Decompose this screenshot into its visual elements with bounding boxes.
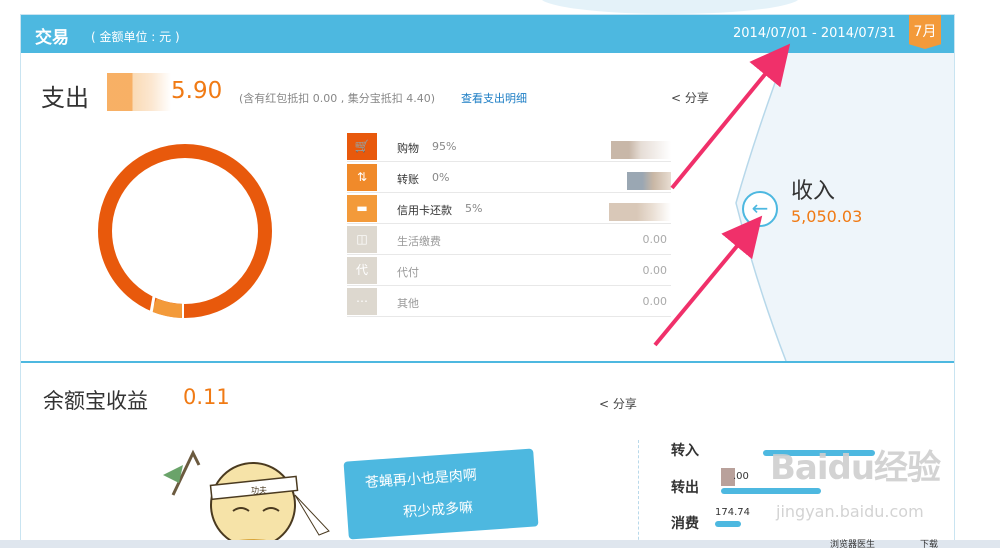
category-row-shopping[interactable]: 🛒 购物 95% — [347, 131, 671, 162]
card-header: 交易 ( 金额单位 : 元 ) 2014/07/01 - 2014/07/31 … — [21, 15, 954, 53]
category-name: 代付 — [397, 266, 419, 279]
flow-label-in: 转入 — [671, 443, 699, 459]
share-label: 分享 — [684, 91, 709, 105]
flow-value-out: .00 — [733, 471, 749, 482]
flow-separator — [638, 440, 639, 547]
share-icon: < — [671, 91, 682, 105]
category-row-credit-card[interactable]: ▬ 信用卡还款 5% — [347, 193, 671, 224]
masked-value — [627, 172, 671, 190]
expense-note: (含有红包抵扣 0.00 , 集分宝抵扣 4.40) — [239, 92, 436, 105]
page-top — [0, 0, 1000, 14]
masked-value — [609, 203, 671, 221]
category-value: 0.00 — [642, 264, 668, 277]
category-name: 生活缴费 — [397, 235, 441, 248]
flow-label-out: 转出 — [671, 480, 699, 496]
transfer-icon: ⇅ — [347, 164, 377, 191]
expense-amount-masked — [107, 73, 171, 111]
flow-label-spend: 消费 — [671, 516, 699, 532]
expense-donut-chart — [98, 144, 272, 318]
category-pct: 5% — [465, 202, 483, 215]
share-icon: < — [599, 397, 610, 411]
category-row-transfer[interactable]: ⇅ 转账 0% — [347, 162, 671, 193]
bill-icon: ◫ — [347, 226, 377, 253]
category-row-pay-for[interactable]: 代 代付 0.00 — [347, 255, 671, 286]
speech-bubble: 苍蝇再小也是肉啊 积少成多嘛 — [343, 448, 539, 540]
watermark-line1: Baidu经验 — [770, 448, 941, 488]
pay-icon: 代 — [347, 257, 377, 284]
category-row-other[interactable]: ⋯ 其他 0.00 — [347, 286, 671, 317]
share-label: 分享 — [612, 397, 637, 411]
category-name: 信用卡还款 — [397, 204, 452, 217]
date-range[interactable]: 2014/07/01 - 2014/07/31 — [733, 26, 896, 41]
card-icon: ▬ — [347, 195, 377, 222]
bubble-line-1: 苍蝇再小也是肉啊 — [364, 467, 478, 492]
expense-amount: 5.90 — [171, 78, 223, 104]
share-button[interactable]: < 分享 — [671, 89, 709, 106]
header-title: 交易 — [35, 28, 69, 48]
yuebao-amount: 0.11 — [183, 385, 230, 409]
category-name: 购物 — [397, 142, 419, 155]
taskbar-item[interactable]: 下载 — [920, 537, 938, 550]
income-label: 收入 — [791, 179, 836, 204]
more-icon: ⋯ — [347, 288, 377, 315]
masked-value — [611, 141, 671, 159]
bubble-line-2: 积少成多嘛 — [402, 499, 474, 521]
category-name: 其他 — [397, 297, 419, 310]
category-value: 0.00 — [642, 295, 668, 308]
headband-text: 功夫 — [251, 485, 267, 495]
flow-bar-spend — [715, 521, 741, 527]
month-tab[interactable]: 7月 — [909, 15, 941, 49]
watermark-line2: jingyan.baidu.com — [776, 502, 924, 521]
arrow-left-circle-icon[interactable]: ← — [742, 191, 778, 227]
baidu-watermark: Baidu经验 jingyan.baidu.com — [770, 440, 941, 521]
category-name: 转账 — [397, 173, 419, 186]
income-amount[interactable]: 5,050.03 — [791, 207, 862, 226]
donut-minor-slice — [151, 298, 183, 318]
expense-detail-link[interactable]: 查看支出明细 — [461, 90, 527, 106]
cart-icon: 🛒 — [347, 133, 377, 160]
share-button[interactable]: < 分享 — [599, 395, 637, 412]
category-value: 0.00 — [642, 233, 668, 246]
category-pct: 0% — [432, 171, 450, 184]
expense-label: 支出 — [41, 84, 89, 112]
expense-category-list: 🛒 购物 95% ⇅ 转账 0% ▬ 信用卡还款 5% ◫ 生活缴费 0.00 … — [347, 131, 671, 317]
category-pct: 95% — [432, 140, 457, 153]
taskbar: 浏览器医生 下载 — [0, 537, 1000, 550]
flow-value-spend: 174.74 — [715, 507, 750, 518]
yuebao-label: 余额宝收益 — [43, 389, 148, 413]
section-divider — [21, 361, 954, 363]
category-row-utilities[interactable]: ◫ 生活缴费 0.00 — [347, 224, 671, 255]
taskbar-item[interactable]: 浏览器医生 — [830, 537, 875, 550]
donut-track — [98, 144, 272, 318]
kungfu-cartoon-illustration: 功夫 — [163, 449, 330, 547]
unit-note: ( 金额单位 : 元 ) — [91, 30, 180, 44]
